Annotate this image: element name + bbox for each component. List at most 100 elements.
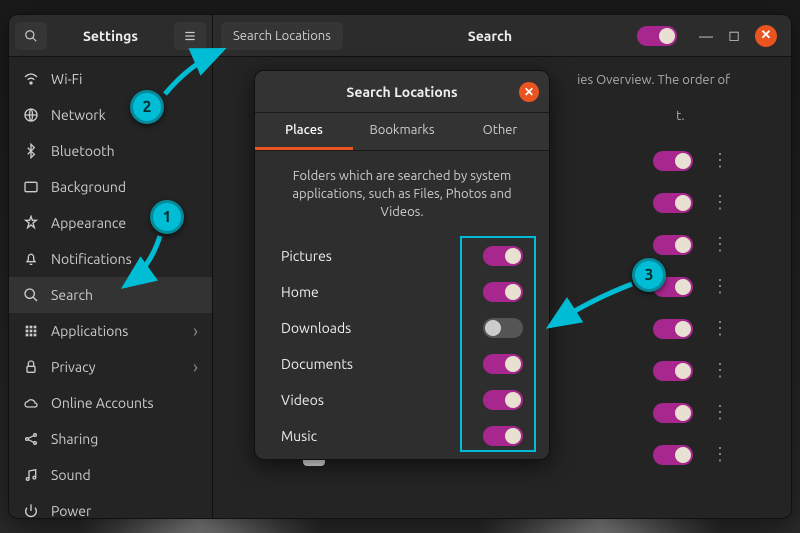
sidebar-item-label: Applications <box>51 323 128 339</box>
cloud-icon <box>23 395 39 411</box>
folder-row-music: Music <box>277 418 527 454</box>
sharing-icon <box>23 431 39 447</box>
main-header: Search Locations Search — ◻ ✕ <box>213 15 791 57</box>
more-icon[interactable]: ⋮ <box>705 402 735 423</box>
sidebar-header: Settings <box>9 15 212 57</box>
bluetooth-icon <box>23 143 39 159</box>
sidebar-item-online-accounts[interactable]: Online Accounts <box>9 385 212 421</box>
sidebar-item-search[interactable]: Search <box>9 277 212 313</box>
folder-label: Pictures <box>281 248 332 264</box>
sidebar-title: Settings <box>53 28 168 44</box>
sidebar-item-sharing[interactable]: Sharing <box>9 421 212 457</box>
more-icon[interactable]: ⋮ <box>705 234 735 255</box>
sidebar-item-privacy[interactable]: Privacy › <box>9 349 212 385</box>
sidebar-item-label: Sharing <box>51 431 98 447</box>
search-locations-button[interactable]: Search Locations <box>221 22 343 50</box>
folder-toggle[interactable] <box>483 282 523 302</box>
annotation-callout-1: 1 <box>150 200 184 234</box>
folder-toggle[interactable] <box>483 318 523 338</box>
folder-row-pictures: Pictures <box>277 238 527 274</box>
folder-label: Videos <box>281 392 324 408</box>
search-icon <box>23 287 39 303</box>
folder-toggle[interactable] <box>483 426 523 446</box>
sidebar-item-notifications[interactable]: Notifications <box>9 241 212 277</box>
dialog-body: Folders which are searched by system app… <box>255 151 549 459</box>
more-icon[interactable]: ⋮ <box>705 192 735 213</box>
sidebar-item-applications[interactable]: Applications › <box>9 313 212 349</box>
background-icon <box>23 179 39 195</box>
sidebar-item-network[interactable]: Network <box>9 97 212 133</box>
sidebar-item-sound[interactable]: Sound <box>9 457 212 493</box>
folder-row-videos: Videos <box>277 382 527 418</box>
dialog-header: Search Locations ✕ <box>255 71 549 113</box>
folder-row-documents: Documents <box>277 346 527 382</box>
tab-bookmarks[interactable]: Bookmarks <box>353 113 451 150</box>
dialog-close-button[interactable]: ✕ <box>519 82 539 102</box>
sidebar-item-label: Bluetooth <box>51 143 115 159</box>
notifications-icon <box>23 251 39 267</box>
annotation-callout-2: 2 <box>130 90 164 124</box>
sidebar-item-label: Network <box>51 107 106 123</box>
sidebar-item-label: Power <box>51 503 91 518</box>
annotation-callout-3: 3 <box>632 258 666 292</box>
dialog-title: Search Locations <box>285 84 519 100</box>
folder-label: Home <box>281 284 319 300</box>
sidebar-item-label: Background <box>51 179 126 195</box>
app-toggle[interactable] <box>653 445 693 465</box>
close-button[interactable]: ✕ <box>755 25 777 47</box>
sidebar-item-label: Sound <box>51 467 91 483</box>
sidebar-item-label: Appearance <box>51 215 126 231</box>
app-toggle[interactable] <box>653 193 693 213</box>
more-icon[interactable]: ⋮ <box>705 360 735 381</box>
more-icon[interactable]: ⋮ <box>705 444 735 465</box>
more-icon[interactable]: ⋮ <box>705 150 735 171</box>
wifi-icon <box>23 71 39 87</box>
dialog-tabs: Places Bookmarks Other <box>255 113 549 151</box>
network-icon <box>23 107 39 123</box>
app-toggle[interactable] <box>653 235 693 255</box>
sidebar-item-bluetooth[interactable]: Bluetooth <box>9 133 212 169</box>
maximize-button[interactable]: ◻ <box>727 29 741 43</box>
dialog-description: Folders which are searched by system app… <box>277 167 527 222</box>
app-toggle[interactable] <box>653 319 693 339</box>
sidebar-item-power[interactable]: Power <box>9 493 212 518</box>
folder-label: Downloads <box>281 320 351 336</box>
folder-row-downloads: Downloads <box>277 310 527 346</box>
more-icon[interactable]: ⋮ <box>705 318 735 339</box>
sidebar-item-label: Online Accounts <box>51 395 154 411</box>
tab-other[interactable]: Other <box>451 113 549 150</box>
minimize-button[interactable]: — <box>699 29 713 43</box>
folder-label: Music <box>281 428 317 444</box>
page-title: Search <box>351 28 629 44</box>
folder-label: Documents <box>281 356 353 372</box>
privacy-icon <box>23 359 39 375</box>
sound-icon <box>23 467 39 483</box>
sidebar-item-label: Notifications <box>51 251 132 267</box>
power-icon <box>23 503 39 518</box>
search-master-toggle[interactable] <box>637 26 677 46</box>
sidebar-list: Wi-Fi Network Bluetooth Background Appea… <box>9 57 212 518</box>
applications-icon <box>23 323 39 339</box>
tab-places[interactable]: Places <box>255 113 353 150</box>
sidebar-item-label: Privacy <box>51 359 95 375</box>
folder-toggle[interactable] <box>483 354 523 374</box>
sidebar-item-wifi[interactable]: Wi-Fi <box>9 61 212 97</box>
search-locations-dialog: Search Locations ✕ Places Bookmarks Othe… <box>254 70 550 460</box>
app-toggle[interactable] <box>653 361 693 381</box>
chevron-right-icon: › <box>193 357 198 377</box>
search-button[interactable] <box>15 22 47 50</box>
sidebar: Settings Wi-Fi Network Bluetooth Backgro… <box>9 15 213 518</box>
window-controls: — ◻ ✕ <box>699 25 777 47</box>
more-icon[interactable]: ⋮ <box>705 276 735 297</box>
app-toggle[interactable] <box>653 403 693 423</box>
folder-toggle[interactable] <box>483 246 523 266</box>
folder-row-home: Home <box>277 274 527 310</box>
sidebar-item-background[interactable]: Background <box>9 169 212 205</box>
app-toggle[interactable] <box>653 151 693 171</box>
folder-toggle[interactable] <box>483 390 523 410</box>
chevron-right-icon: › <box>193 321 198 341</box>
hamburger-menu-button[interactable] <box>174 22 206 50</box>
sidebar-item-label: Wi-Fi <box>51 71 82 87</box>
appearance-icon <box>23 215 39 231</box>
sidebar-item-label: Search <box>51 287 93 303</box>
